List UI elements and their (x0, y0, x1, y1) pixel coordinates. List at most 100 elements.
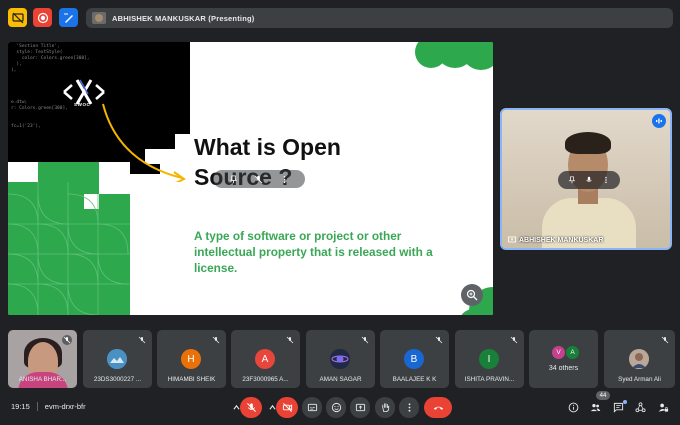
speaking-indicator-icon (652, 114, 666, 128)
participant-name: 23F3000965 A... (242, 376, 289, 383)
present-off-icon[interactable] (8, 8, 27, 27)
camera-toggle-button[interactable] (276, 397, 298, 418)
presenting-icon (508, 236, 516, 243)
hand-icon (381, 403, 389, 413)
captions-button[interactable] (302, 397, 322, 418)
meeting-code[interactable]: evm-drxr-bfr (45, 402, 86, 411)
zoom-button[interactable] (461, 284, 483, 306)
participant-tile[interactable]: H HIMAMBI SHEIK (157, 330, 226, 388)
avatar: A (255, 349, 275, 369)
participant-name: Syed Arman Ali (618, 376, 661, 383)
reactions-button[interactable] (326, 397, 346, 418)
logo-text: SWOC (74, 102, 91, 107)
mic-off-icon (62, 335, 72, 345)
avatar-image-icon (629, 349, 649, 369)
chevron-up-icon (268, 404, 276, 410)
mic-icon[interactable] (585, 176, 593, 184)
info-icon (568, 402, 578, 412)
participant-name: HIMAMBI SHEIK (167, 376, 216, 383)
participant-tile[interactable]: ANISHA BHAR... (8, 330, 77, 388)
slide-body: A type of software or project or other i… (194, 229, 433, 275)
more-options-icon[interactable] (280, 175, 289, 184)
avatar (629, 349, 649, 369)
avatar: V (552, 346, 565, 359)
presenting-label: ABHISHEK MANKUSKAR (Presenting) (112, 13, 255, 23)
participant-name: 23DS3000227 ... (93, 376, 142, 383)
video-hair (565, 132, 611, 154)
presenter-video-tile[interactable]: ABHISHEK MANKUSKAR (500, 108, 672, 250)
mic-off-icon (361, 336, 369, 344)
mic-off-icon (661, 336, 669, 344)
present-button[interactable] (350, 397, 370, 418)
participant-tile[interactable]: B BAALAJEE K K (380, 330, 449, 388)
mic-off-icon (510, 336, 518, 344)
zoom-in-icon (466, 289, 478, 301)
slide-hover-controls (213, 170, 305, 188)
raise-hand-button[interactable] (375, 397, 395, 418)
mic-off-icon (212, 336, 220, 344)
clock-time: 19:15 (11, 402, 30, 411)
mic-toggle-button[interactable] (240, 397, 262, 418)
chat-icon (613, 402, 623, 413)
meeting-details-button[interactable] (566, 400, 580, 414)
participant-tile[interactable]: I ISHITA PRAVIN... (455, 330, 524, 388)
participant-tile[interactable]: 23DS3000227 ... (83, 330, 152, 388)
mic-off-icon (286, 336, 294, 344)
meeting-info: 19:15 evm-drxr-bfr (11, 402, 86, 411)
mic-off-icon (138, 336, 146, 344)
cloud-decoration (415, 42, 493, 70)
leave-call-button[interactable] (424, 397, 452, 418)
shared-slide: 'Section Title', style: TextStyle( color… (8, 42, 493, 315)
avatar (330, 349, 350, 369)
chevron-up-icon (232, 404, 240, 410)
avatar-image-icon (107, 349, 127, 369)
presenting-banner[interactable]: ABHISHEK MANKUSKAR (Presenting) (86, 8, 673, 28)
avatar: I (479, 349, 499, 369)
divider (36, 402, 38, 411)
lock-person-icon (658, 403, 668, 412)
participant-name: ANISHA BHAR... (18, 376, 67, 383)
tile-hover-controls (558, 171, 620, 189)
participant-name: ISHITA PRAVIN... (464, 376, 515, 383)
host-controls-button[interactable] (656, 400, 670, 414)
more-options-button[interactable] (399, 397, 419, 418)
participant-tile[interactable]: Syed Arman Ali (604, 330, 675, 388)
mic-off-icon (246, 403, 256, 412)
more-options-icon[interactable] (602, 176, 610, 184)
emoji-icon (331, 402, 341, 413)
people-button[interactable] (588, 400, 602, 414)
more-vert-icon (408, 403, 410, 412)
pin-icon[interactable] (229, 174, 238, 184)
chat-notification-dot (623, 400, 627, 404)
presenter-name: ABHISHEK MANKUSKAR (508, 236, 603, 244)
others-tile[interactable]: V A 34 others (529, 330, 598, 388)
activities-icon (635, 401, 645, 412)
others-avatars: V A (552, 346, 579, 359)
whiteboard-icon[interactable] (59, 8, 78, 27)
avatar: B (404, 349, 424, 369)
hang-up-icon (433, 406, 443, 410)
people-icon (590, 403, 600, 411)
captions-icon (307, 403, 317, 412)
participant-tile[interactable]: AMAN SAGAR (306, 330, 375, 388)
arrow-icon (102, 103, 186, 182)
avatar-image-icon (330, 349, 350, 369)
green-pattern (8, 162, 130, 315)
top-bar: ABHISHEK MANKUSKAR (Presenting) (0, 0, 680, 36)
participant-tile[interactable]: A 23F3000965 A... (231, 330, 300, 388)
presenter-thumbnail (92, 12, 106, 24)
mic-off-icon[interactable] (254, 175, 263, 184)
participant-count-badge: 44 (596, 391, 610, 400)
participant-name: BAALAJEE K K (392, 376, 437, 383)
avatar: H (181, 349, 201, 369)
bottom-bar: 19:15 evm-drxr-bfr (0, 392, 680, 425)
avatar: A (566, 346, 579, 359)
avatar (107, 349, 127, 369)
participant-name: AMAN SAGAR (319, 376, 362, 383)
present-screen-icon (355, 403, 365, 412)
mic-off-icon (435, 336, 443, 344)
record-icon[interactable] (33, 8, 52, 27)
participant-strip: ANISHA BHAR... 23DS3000227 ... H HIMAMBI… (8, 330, 675, 388)
pin-icon[interactable] (568, 176, 576, 184)
activities-button[interactable] (633, 400, 647, 414)
